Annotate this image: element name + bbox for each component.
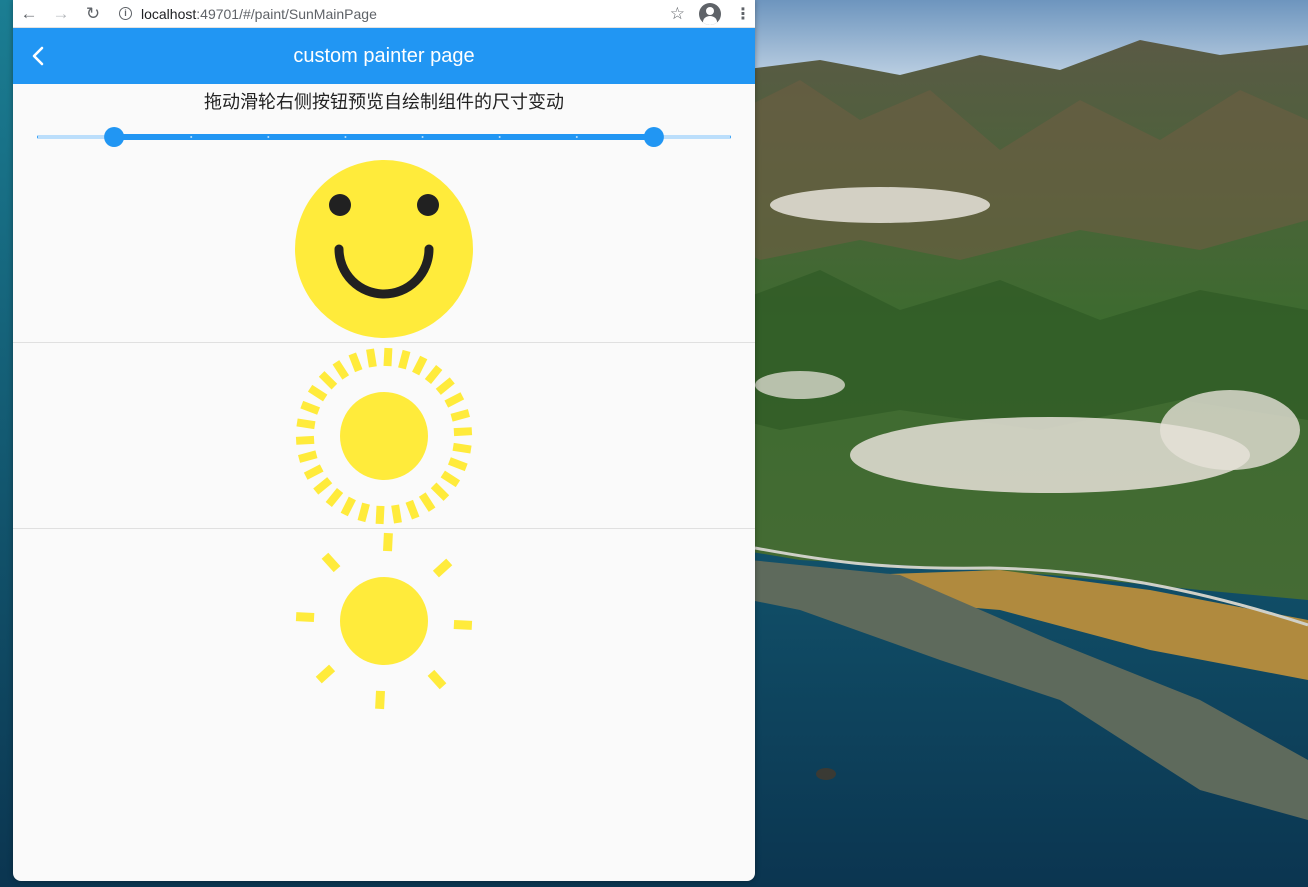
sun-ray: [295, 612, 315, 622]
sun-ray: [424, 364, 443, 385]
sun-ray: [447, 457, 468, 472]
sun-ray: [432, 558, 453, 578]
sun-ray: [412, 355, 428, 376]
sun-ray: [375, 690, 385, 710]
sun-ray: [427, 669, 447, 690]
sun-ray: [295, 435, 315, 445]
sun-ray: [453, 620, 473, 630]
sun-ray: [405, 499, 420, 520]
sun-ray: [418, 492, 436, 512]
slider-tick: [267, 136, 270, 138]
sun-ray: [325, 487, 344, 508]
browser-toolbar: ← → ↻ i localhost:49701/#/paint/SunMainP…: [13, 0, 755, 28]
sun-ray: [383, 532, 393, 552]
url-host: localhost: [141, 5, 197, 22]
sun-ray: [348, 352, 363, 373]
smiley-face-panel: [295, 160, 473, 338]
sun-sparse-rays-panel: [295, 532, 473, 710]
slider-tick: [575, 136, 578, 138]
sun-ray: [440, 470, 461, 488]
sun-ray: [398, 349, 411, 370]
reload-icon[interactable]: ↻: [77, 0, 109, 28]
right-eye: [417, 194, 439, 216]
sun-ray: [340, 496, 356, 517]
slider-tick: [498, 136, 501, 138]
sun-ray: [366, 348, 377, 368]
profile-icon[interactable]: [699, 2, 721, 25]
smiley-face: [295, 160, 473, 338]
sun-ray: [453, 427, 473, 437]
forward-icon[interactable]: →: [45, 0, 77, 28]
sun-ray: [321, 552, 341, 573]
sun-ray: [375, 505, 385, 525]
page-title: custom painter page: [293, 44, 475, 67]
sun-body: [340, 577, 428, 665]
address-bar[interactable]: i localhost:49701/#/paint/SunMainPage: [119, 6, 670, 22]
slider-tick: [421, 136, 424, 138]
sun-ray: [300, 400, 321, 415]
chevron-left-icon[interactable]: [25, 42, 53, 70]
slider-tick: [344, 136, 347, 138]
sun-ray: [444, 392, 465, 408]
left-eye: [329, 194, 351, 216]
sun-ray: [332, 360, 350, 380]
sun-ray: [296, 418, 316, 430]
sun-body: [340, 392, 428, 480]
kebab-menu-icon[interactable]: ⋮: [735, 4, 751, 24]
sun-dense-rays-panel: [295, 347, 473, 525]
sun-ray: [303, 464, 324, 480]
back-icon[interactable]: ←: [13, 0, 45, 28]
sun-ray: [435, 377, 455, 395]
hint-text: 拖动滑轮右侧按钮预览自绘制组件的尺寸变动: [204, 92, 564, 113]
sun-ray: [357, 502, 370, 523]
sun-ray: [391, 504, 402, 524]
sun-ray: [430, 482, 450, 501]
url-path: :49701/#/paint/SunMainPage: [196, 5, 377, 22]
sun-ray: [298, 450, 318, 463]
info-icon[interactable]: i: [119, 7, 132, 20]
slider-tick: [190, 136, 193, 138]
sun-ray: [318, 371, 338, 390]
sun-ray: [313, 477, 333, 495]
sun-ray: [452, 442, 472, 454]
sun-ray: [383, 347, 393, 367]
sun-ray: [315, 664, 336, 684]
app-bar: custom painter page: [13, 28, 755, 84]
range-slider[interactable]: [37, 124, 731, 150]
slider-start-thumb[interactable]: [104, 127, 125, 147]
slider-end-thumb[interactable]: [643, 127, 664, 147]
sun-ray: [307, 384, 328, 402]
star-icon[interactable]: ☆: [670, 4, 685, 24]
browser-window: ← → ↻ i localhost:49701/#/paint/SunMainP…: [13, 0, 755, 881]
sun-ray: [450, 409, 470, 422]
